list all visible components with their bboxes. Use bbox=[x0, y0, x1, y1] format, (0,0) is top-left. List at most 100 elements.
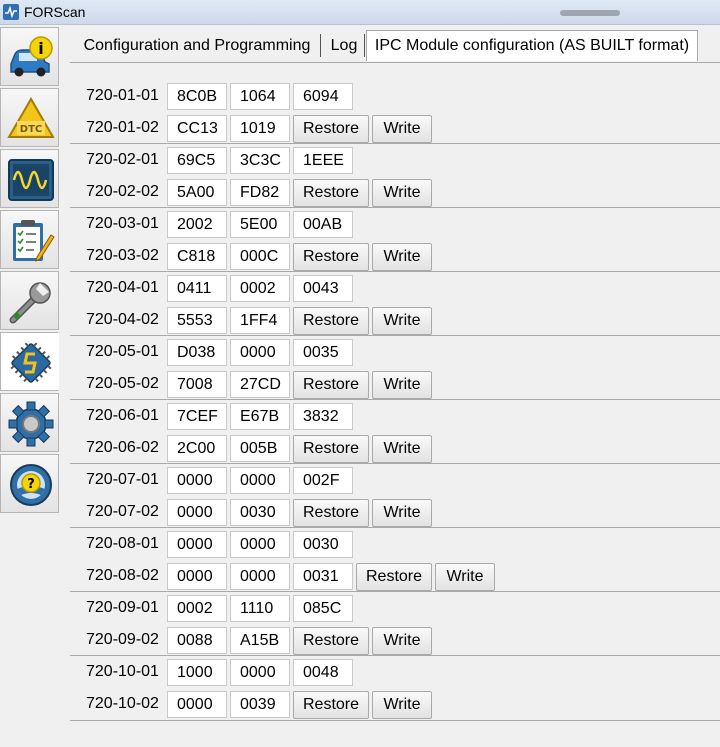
write-button[interactable]: Write bbox=[372, 499, 432, 527]
row-address-label: 720-08-01 bbox=[86, 535, 159, 552]
hex-value-field[interactable]: 1000 bbox=[167, 659, 227, 686]
restore-button[interactable]: Restore bbox=[293, 371, 369, 399]
hex-value-field[interactable]: 0030 bbox=[293, 531, 353, 558]
row-address-label: 720-05-01 bbox=[86, 343, 159, 360]
hex-value-field[interactable]: 0000 bbox=[167, 499, 227, 526]
row-address-label: 720-05-02 bbox=[86, 375, 159, 392]
restore-button[interactable]: Restore bbox=[293, 627, 369, 655]
sidebar: i DTC ? bbox=[0, 25, 60, 747]
hex-value-field[interactable]: 0030 bbox=[230, 499, 290, 526]
hex-value-field[interactable]: 0039 bbox=[230, 691, 290, 718]
restore-button[interactable]: Restore bbox=[293, 499, 369, 527]
row-address-label: 720-07-01 bbox=[86, 471, 159, 488]
config-row: 720-07-02 0000 0030 Restore Write bbox=[70, 496, 720, 528]
write-button[interactable]: Write bbox=[372, 307, 432, 335]
hex-value-field[interactable]: CC13 bbox=[167, 115, 227, 142]
row-address-label: 720-03-02 bbox=[86, 247, 159, 264]
hex-value-field[interactable]: 5553 bbox=[167, 307, 227, 334]
write-button[interactable]: Write bbox=[372, 179, 432, 207]
hex-value-field[interactable]: E67B bbox=[230, 403, 290, 430]
sidebar-vehicle-info-button[interactable]: i bbox=[0, 27, 59, 86]
tab-ipc-module-configuration[interactable]: IPC Module configuration (AS BUILT forma… bbox=[366, 30, 698, 61]
hex-value-field[interactable]: 6094 bbox=[293, 83, 353, 110]
hex-value-field[interactable]: 0000 bbox=[167, 531, 227, 558]
hex-value-field[interactable]: 8C0B bbox=[167, 83, 227, 110]
hex-value-field[interactable]: 0035 bbox=[293, 339, 353, 366]
vehicle-info-icon: i bbox=[10, 36, 53, 77]
tab-separator bbox=[364, 34, 365, 57]
write-button[interactable]: Write bbox=[372, 371, 432, 399]
restore-button[interactable]: Restore bbox=[293, 179, 369, 207]
sidebar-checklist-button[interactable] bbox=[0, 210, 59, 269]
hex-value-field[interactable]: 2C00 bbox=[167, 435, 227, 462]
hex-value-field[interactable]: A15B bbox=[230, 627, 290, 654]
hex-value-field[interactable]: 00AB bbox=[293, 211, 353, 238]
hex-value-field[interactable]: 0000 bbox=[167, 467, 227, 494]
tab-log[interactable]: Log bbox=[324, 30, 364, 61]
hex-value-field[interactable]: D038 bbox=[167, 339, 227, 366]
hex-value-field[interactable]: 0002 bbox=[167, 595, 227, 622]
write-button[interactable]: Write bbox=[435, 563, 495, 591]
write-button[interactable]: Write bbox=[372, 243, 432, 271]
sidebar-oscilloscope-button[interactable] bbox=[0, 149, 59, 208]
sidebar-modules-button[interactable] bbox=[0, 332, 59, 391]
config-row: 720-01-01 8C0B 1064 6094 bbox=[70, 80, 720, 112]
hex-value-field[interactable]: 005B bbox=[230, 435, 290, 462]
oscilloscope-icon bbox=[8, 159, 54, 201]
hex-value-field[interactable]: 0411 bbox=[167, 275, 227, 302]
sidebar-settings-button[interactable] bbox=[0, 393, 59, 452]
hex-value-field[interactable]: 27CD bbox=[230, 371, 290, 398]
hex-value-field[interactable]: 1110 bbox=[230, 595, 290, 622]
hex-value-field[interactable]: 0048 bbox=[293, 659, 353, 686]
restore-button[interactable]: Restore bbox=[293, 243, 369, 271]
hex-value-field[interactable]: 69C5 bbox=[167, 147, 227, 174]
row-address-label: 720-06-01 bbox=[86, 407, 159, 424]
hex-value-field[interactable]: 0000 bbox=[167, 563, 227, 590]
write-button[interactable]: Write bbox=[372, 691, 432, 719]
config-row: 720-05-02 7008 27CD Restore Write bbox=[70, 368, 720, 400]
title-bar: FORScan bbox=[0, 0, 720, 25]
hex-value-field[interactable]: 0000 bbox=[230, 659, 290, 686]
hex-value-field[interactable]: 1064 bbox=[230, 83, 290, 110]
restore-button[interactable]: Restore bbox=[293, 435, 369, 463]
hex-value-field[interactable]: 0000 bbox=[230, 531, 290, 558]
hex-value-field[interactable]: 7CEF bbox=[167, 403, 227, 430]
hex-value-field[interactable]: 5A00 bbox=[167, 179, 227, 206]
config-row: 720-06-01 7CEF E67B 3832 bbox=[70, 400, 720, 432]
restore-button[interactable]: Restore bbox=[356, 563, 432, 591]
hex-value-field[interactable]: 1EEE bbox=[293, 147, 353, 174]
write-button[interactable]: Write bbox=[372, 115, 432, 143]
hex-value-field[interactable]: 3832 bbox=[293, 403, 353, 430]
sidebar-dtc-button[interactable]: DTC bbox=[0, 88, 59, 147]
hex-value-field[interactable]: 0000 bbox=[230, 467, 290, 494]
restore-button[interactable]: Restore bbox=[293, 115, 369, 143]
hex-value-field[interactable]: 0000 bbox=[230, 339, 290, 366]
hex-value-field[interactable]: 2002 bbox=[167, 211, 227, 238]
hex-value-field[interactable]: 0043 bbox=[293, 275, 353, 302]
restore-button[interactable]: Restore bbox=[293, 307, 369, 335]
hex-value-field[interactable]: 002F bbox=[293, 467, 353, 494]
hex-value-field[interactable]: FD82 bbox=[230, 179, 290, 206]
tab-configuration-and-programming[interactable]: Configuration and Programming bbox=[74, 30, 320, 61]
tab-bar: Configuration and Programming Log IPC Mo… bbox=[70, 30, 720, 62]
hex-value-field[interactable]: 0002 bbox=[230, 275, 290, 302]
hex-value-field[interactable]: 1FF4 bbox=[230, 307, 290, 334]
hex-value-field[interactable]: 000C bbox=[230, 243, 290, 270]
hex-value-field[interactable]: 7008 bbox=[167, 371, 227, 398]
hex-value-field[interactable]: 0000 bbox=[230, 563, 290, 590]
hex-value-field[interactable]: 3C3C bbox=[230, 147, 290, 174]
write-button[interactable]: Write bbox=[372, 627, 432, 655]
write-button[interactable]: Write bbox=[372, 435, 432, 463]
sidebar-service-button[interactable] bbox=[0, 271, 59, 330]
hex-value-field[interactable]: 1019 bbox=[230, 115, 290, 142]
hex-value-field[interactable]: 0088 bbox=[167, 627, 227, 654]
forscan-app-icon bbox=[3, 4, 19, 20]
restore-button[interactable]: Restore bbox=[293, 691, 369, 719]
hex-value-field[interactable]: 0031 bbox=[293, 563, 353, 590]
chip-icon bbox=[10, 342, 52, 383]
hex-value-field[interactable]: C818 bbox=[167, 243, 227, 270]
sidebar-help-button[interactable]: ? bbox=[0, 454, 59, 513]
hex-value-field[interactable]: 0000 bbox=[167, 691, 227, 718]
hex-value-field[interactable]: 5E00 bbox=[230, 211, 290, 238]
hex-value-field[interactable]: 085C bbox=[293, 595, 353, 622]
